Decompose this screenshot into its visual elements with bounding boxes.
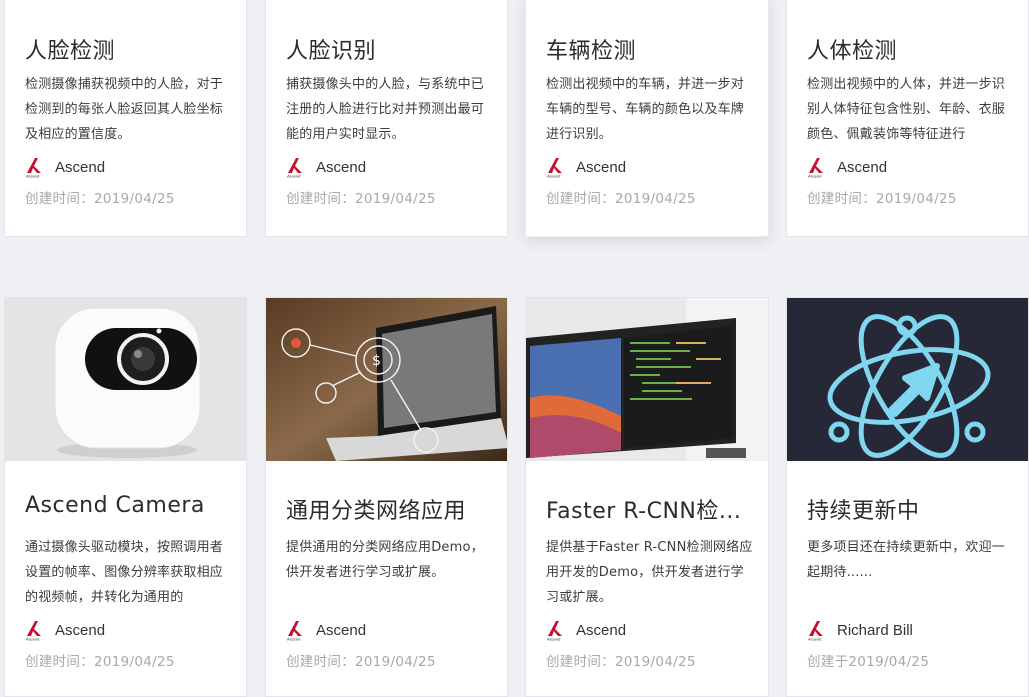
card-description: 捕获摄像头中的人脸，与系统中已注册的人脸进行比对并预测出最可能的用户实时显示。 <box>286 77 485 142</box>
author-name: Ascend <box>55 621 106 639</box>
project-card-ascend-camera[interactable]: Ascend Camera 通过摄像头驱动模块，按照调用者设置的帧率、图像分辨率… <box>4 297 247 697</box>
card-author[interactable]: Ascend Ascend <box>286 155 366 179</box>
project-card-face-recognition[interactable]: 人脸识别 捕获摄像头中的人脸，与系统中已注册的人脸进行比对并预测出最可能的用户实… <box>265 0 508 237</box>
ascend-logo-icon: Ascend <box>26 621 41 642</box>
card-title[interactable]: 人脸识别 <box>286 33 493 65</box>
ascend-logo-icon: Ascend <box>547 158 562 179</box>
created-date: 创建于2019/04/25 <box>807 654 930 670</box>
card-description: 提供通用的分类网络应用Demo，供开发者进行学习或扩展。 <box>286 540 484 580</box>
svg-text:Ascend: Ascend <box>808 637 821 642</box>
svg-text:Ascend: Ascend <box>547 637 560 642</box>
card-author[interactable]: Ascend Ascend <box>807 155 887 179</box>
project-card-classification[interactable]: $ 通用分类网络应用 提供通用的分类网络应用Demo，供开发者进行学习或扩展。 … <box>265 297 508 697</box>
card-title[interactable]: 人体检测 <box>807 33 1014 65</box>
created-date: 创建时间：2019/04/25 <box>546 654 696 670</box>
svg-text:Ascend: Ascend <box>547 174 560 179</box>
created-date: 创建时间：2019/04/25 <box>546 191 696 207</box>
card-description: 检测出视频中的人体，并进一步识别人体特征包含性别、年龄、衣服颜色、佩戴装饰等特征… <box>807 77 1006 142</box>
card-title[interactable]: 车辆检测 <box>546 33 754 65</box>
card-description: 通过摄像头驱动模块，按照调用者设置的帧率、图像分辨率获取相应的视频帧，并转化为通… <box>25 540 224 605</box>
camera-icon <box>5 298 246 461</box>
project-card-faster-rcnn[interactable]: Faster R-CNN检... 提供基于Faster R-CNN检测网络应用开… <box>525 297 769 697</box>
created-date: 创建时间：2019/04/25 <box>807 191 957 207</box>
author-name: Richard Bill <box>837 621 913 639</box>
author-name: Ascend <box>837 158 888 176</box>
project-card-vehicle-detection[interactable]: 车辆检测 检测出视频中的车辆，并进一步对车辆的型号、车辆的颜色以及车牌进行识别。… <box>525 0 769 237</box>
monitor-code-icon <box>526 298 768 461</box>
card-author[interactable]: Ascend Ascend <box>546 618 626 642</box>
card-description: 检测摄像捕获视频中的人脸，对于检测到的每张人脸返回其人脸坐标及相应的置信度。 <box>25 77 224 142</box>
created-date: 创建时间：2019/04/25 <box>25 191 175 207</box>
card-title[interactable]: 持续更新中 <box>807 493 1014 525</box>
project-card-body-detection[interactable]: 人体检测 检测出视频中的人体，并进一步识别人体特征包含性别、年龄、衣服颜色、佩戴… <box>786 0 1029 237</box>
card-description: 检测出视频中的车辆，并进一步对车辆的型号、车辆的颜色以及车牌进行识别。 <box>546 77 745 142</box>
svg-text:Ascend: Ascend <box>26 174 39 179</box>
svg-text:Ascend: Ascend <box>287 637 300 642</box>
created-date: 创建时间：2019/04/25 <box>25 654 175 670</box>
svg-text:Ascend: Ascend <box>808 174 821 179</box>
author-name: Ascend <box>576 621 627 639</box>
svg-text:Ascend: Ascend <box>26 637 39 642</box>
author-name: Ascend <box>576 158 627 176</box>
card-author[interactable]: Ascend Richard Bill <box>807 618 913 642</box>
author-name: Ascend <box>316 621 367 639</box>
card-title[interactable]: 通用分类网络应用 <box>286 493 493 525</box>
svg-text:Ascend: Ascend <box>287 174 300 179</box>
ascend-logo-icon: Ascend <box>287 621 302 642</box>
ascend-logo-icon: Ascend <box>26 158 41 179</box>
project-card-face-detection[interactable]: 人脸检测 检测摄像捕获视频中的人脸，对于检测到的每张人脸返回其人脸坐标及相应的置… <box>4 0 247 237</box>
card-title[interactable]: Faster R-CNN检... <box>546 493 754 525</box>
ascend-logo-icon: Ascend <box>808 158 823 179</box>
ascend-logo-icon: Ascend <box>808 621 823 642</box>
card-description: 提供基于Faster R-CNN检测网络应用开发的Demo，供开发者进行学习或扩… <box>546 540 753 605</box>
classification-thumbnail[interactable]: $ <box>266 298 507 461</box>
faster-rcnn-thumbnail[interactable] <box>526 298 768 461</box>
camera-thumbnail[interactable] <box>5 298 246 461</box>
card-description: 更多项目还在持续更新中，欢迎一起期待...... <box>807 540 1006 580</box>
card-title[interactable]: 人脸检测 <box>25 33 232 65</box>
project-card-coming-soon[interactable]: 持续更新中 更多项目还在持续更新中，欢迎一起期待...... Ascend Ri… <box>786 297 1029 697</box>
card-author[interactable]: Ascend Ascend <box>25 155 105 179</box>
author-name: Ascend <box>55 158 106 176</box>
card-author[interactable]: Ascend Ascend <box>546 155 626 179</box>
ascend-logo-icon: Ascend <box>547 621 562 642</box>
atom-arrow-icon <box>787 298 1028 461</box>
card-author[interactable]: Ascend Ascend <box>286 618 366 642</box>
created-date: 创建时间：2019/04/25 <box>286 654 436 670</box>
card-author[interactable]: Ascend Ascend <box>25 618 105 642</box>
author-name: Ascend <box>316 158 367 176</box>
laptop-network-icon: $ <box>266 298 507 461</box>
coming-soon-thumbnail[interactable] <box>787 298 1028 461</box>
svg-text:$: $ <box>372 353 381 369</box>
ascend-logo-icon: Ascend <box>287 158 302 179</box>
card-title[interactable]: Ascend Camera <box>25 493 232 518</box>
created-date: 创建时间：2019/04/25 <box>286 191 436 207</box>
